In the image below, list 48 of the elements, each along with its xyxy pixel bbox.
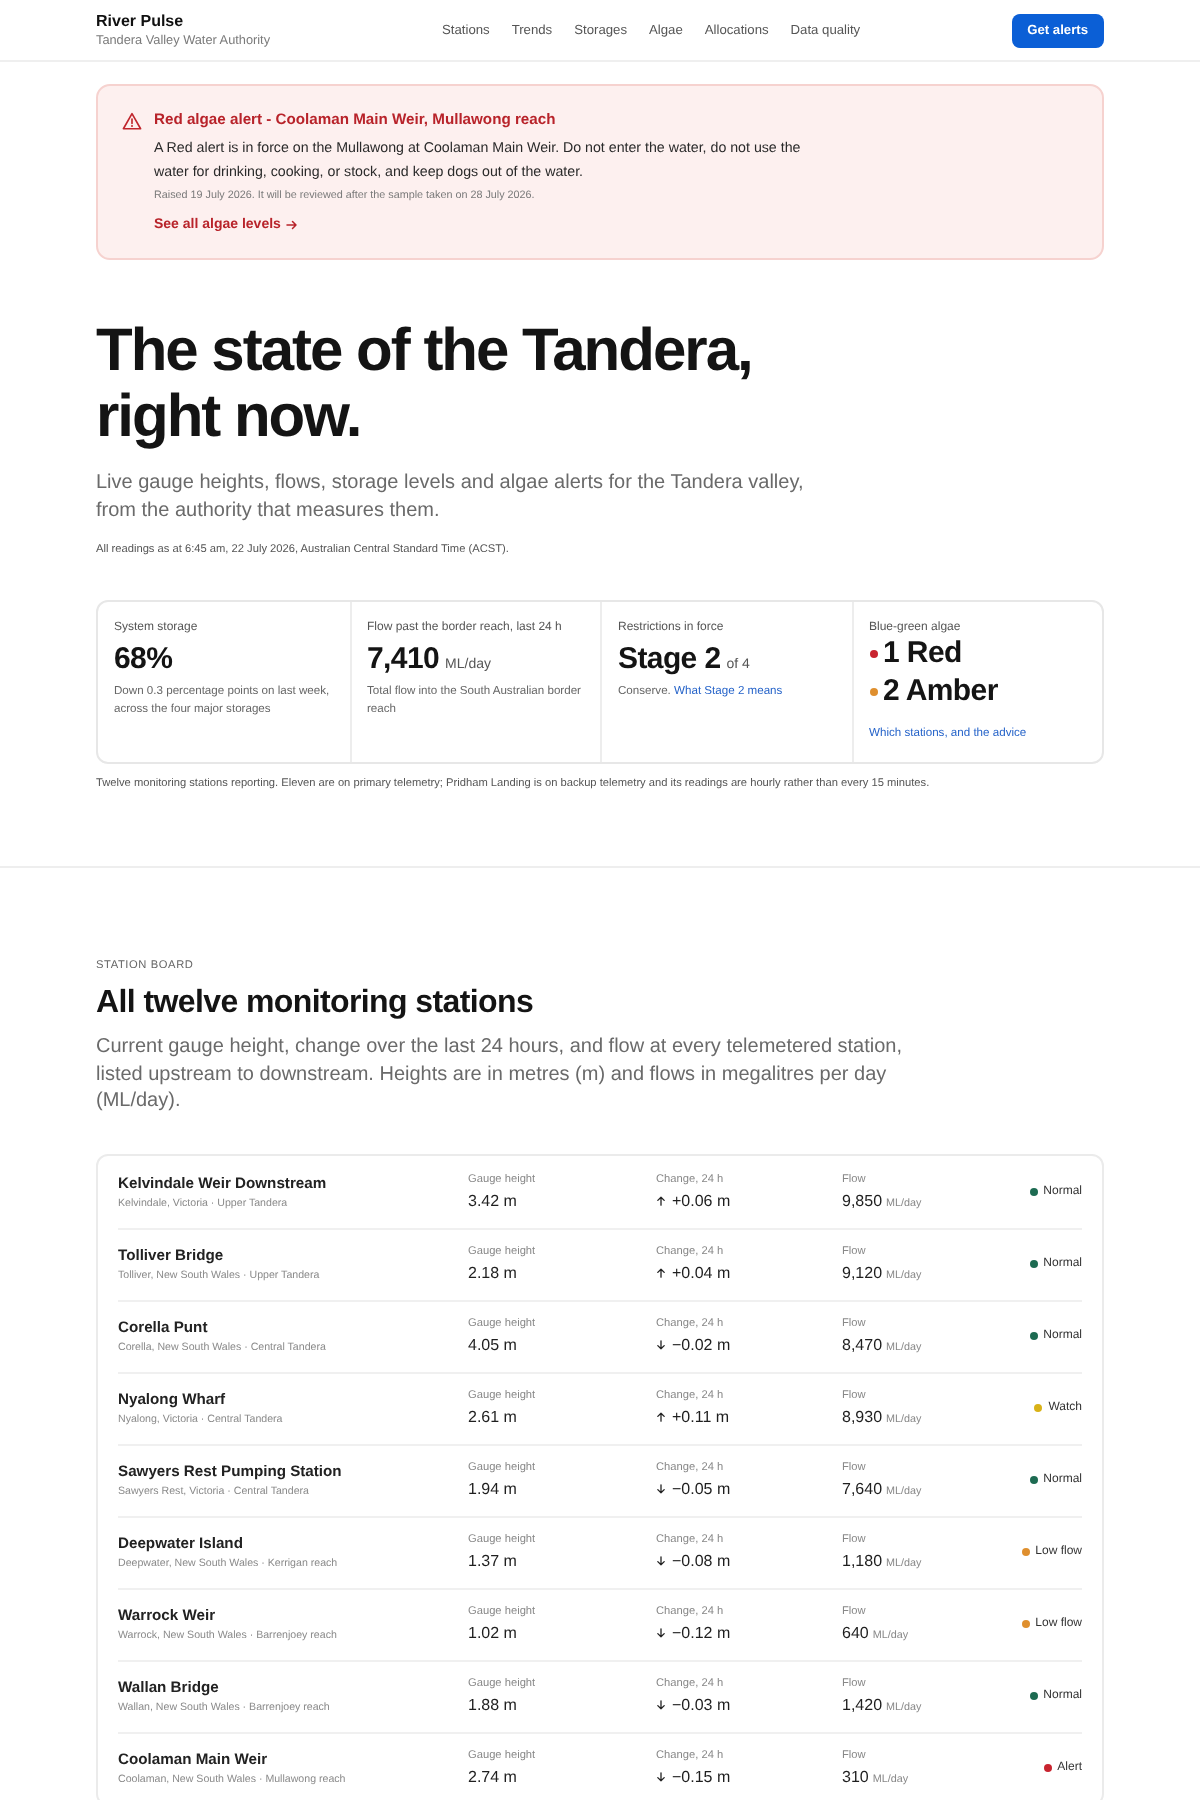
change-value: −0.12 m [672,1624,731,1642]
arrow-down-icon [656,1628,666,1638]
gauge-height-value: 2.74 m [468,1768,517,1786]
change-value: +0.11 m [672,1408,730,1426]
gauge-height-value: 2.18 m [468,1264,517,1282]
change-value: −0.05 m [672,1480,731,1498]
gauge-height-value: 3.42 m [468,1191,517,1209]
flow-value: 9,850 [842,1191,883,1209]
hero-title: The state of the Tandera, right now. [96,318,754,450]
flow-value: 640 [842,1624,869,1642]
flow-value: 310 [842,1768,869,1786]
warning-icon [122,112,142,130]
arrow-up-icon [656,1412,666,1422]
flow-value: 8,930 [842,1408,883,1426]
arrow-right-icon [286,220,299,230]
section-lede: Current gauge height, change over the last 24 hours, and flow at every telemetered station, listed upstream to downstream. Heights are in metres (m) and flows in megalitres per day (ML/day). [96,1034,905,1115]
change-value: −0.08 m [672,1552,731,1570]
arrow-down-icon [656,1700,666,1710]
change-value: +0.04 m [672,1264,731,1282]
change-value: −0.02 m [672,1336,731,1354]
gauge-height-value: 1.02 m [468,1624,517,1642]
gauge-height-value: 1.88 m [468,1696,517,1714]
arrow-down-icon [656,1484,666,1494]
flow-value: 7,640 [842,1480,883,1498]
gauge-height-value: 1.37 m [468,1552,517,1570]
arrow-down-icon [656,1772,666,1782]
gauge-height-value: 4.05 m [468,1336,517,1354]
arrow-down-icon [656,1556,666,1566]
section-heading: All twelve monitoring stations [96,984,536,1022]
stat-value: Stage 2 [618,642,721,678]
gauge-height-value: 2.61 m [468,1408,517,1426]
change-value: −0.15 m [672,1768,731,1786]
change-value: −0.03 m [672,1696,731,1714]
flow-value: 1,420 [842,1696,883,1714]
flow-value: 1,180 [842,1552,883,1570]
algae-count: 2 Amber [883,674,998,710]
arrow-up-icon [656,1268,666,1278]
arrow-down-icon [656,1340,666,1350]
flow-value: 8,470 [842,1336,883,1354]
gauge-height-value: 1.94 m [468,1480,517,1498]
algae-count: 1 Red [883,636,962,672]
brand-name: River Pulse [96,12,186,30]
stat-value: 68% [114,642,173,678]
change-value: +0.06 m [672,1191,731,1209]
hero-lede: Live gauge heights, flows, storage levels and algae alerts for the Tandera valley, from the authority that measures them. [96,470,806,526]
flow-value: 9,120 [842,1264,883,1282]
arrow-up-icon [656,1195,666,1205]
stat-value: 7,410 [367,642,440,678]
